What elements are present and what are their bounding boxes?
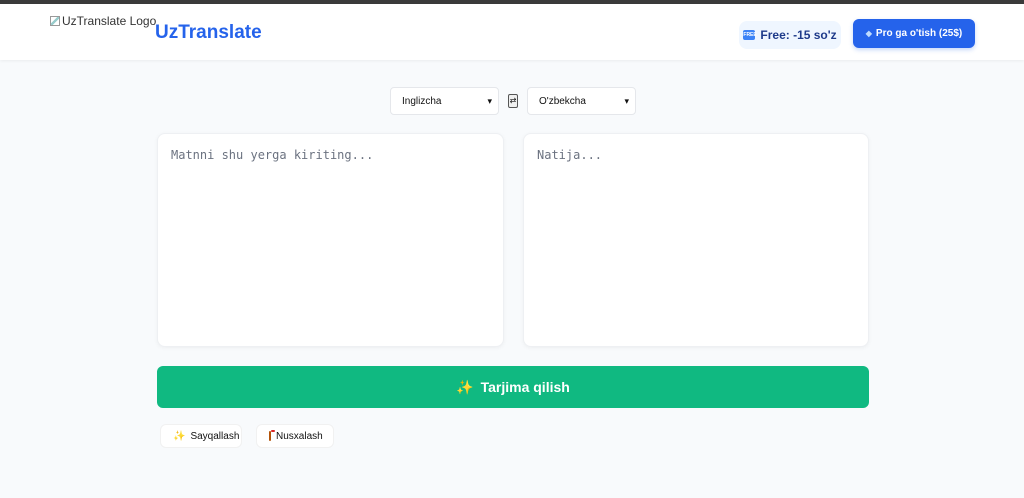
- clipboard-icon: [269, 430, 275, 441]
- sparkles-icon: ✨: [173, 430, 186, 442]
- free-icon: FREE: [743, 30, 757, 40]
- logo-alt-text: UzTranslate Logo: [62, 14, 157, 28]
- free-words-text: Free: -15 so'z: [760, 28, 837, 42]
- output-placeholder: Natija...: [537, 148, 603, 162]
- source-text-input[interactable]: Matnni shu yerga kiriting...: [157, 133, 504, 347]
- upgrade-pro-button[interactable]: ◆ Pro ga o'tish (25$): [853, 19, 975, 48]
- chevron-down-icon: ▾: [624, 95, 629, 106]
- upgrade-pro-label: Pro ga o'tish (25$): [875, 28, 963, 39]
- copy-label: Nusxalash: [276, 430, 323, 442]
- translate-label: Tarjima qilish: [480, 379, 570, 395]
- logo-image[interactable]: UzTranslate Logo: [50, 14, 156, 28]
- translation-output[interactable]: Natija...: [523, 133, 869, 347]
- brand-title[interactable]: UzTranslate: [155, 22, 262, 44]
- polish-button[interactable]: ✨ Sayqallash: [160, 424, 242, 448]
- source-placeholder: Matnni shu yerga kiriting...: [171, 148, 374, 162]
- source-language-value: Inglizcha: [402, 95, 442, 107]
- diamond-icon: ◆: [865, 29, 872, 38]
- swap-languages-button[interactable]: ⇄: [508, 94, 518, 108]
- broken-image-icon: [50, 16, 60, 26]
- translate-button[interactable]: ✨ Tarjima qilish: [157, 366, 869, 408]
- polish-label: Sayqallash: [190, 430, 240, 442]
- free-words-badge: FREE Free: -15 so'z: [739, 21, 841, 49]
- copy-button[interactable]: Nusxalash: [256, 424, 334, 448]
- sparkles-icon: ✨: [456, 378, 474, 395]
- chevron-down-icon: ▾: [487, 95, 492, 106]
- target-language-value: O'zbekcha: [539, 95, 586, 107]
- top-header: UzTranslate Logo UzTranslate FREE Free: …: [0, 4, 1024, 60]
- source-language-select[interactable]: Inglizcha ▾: [390, 87, 499, 115]
- target-language-select[interactable]: O'zbekcha ▾: [527, 87, 636, 115]
